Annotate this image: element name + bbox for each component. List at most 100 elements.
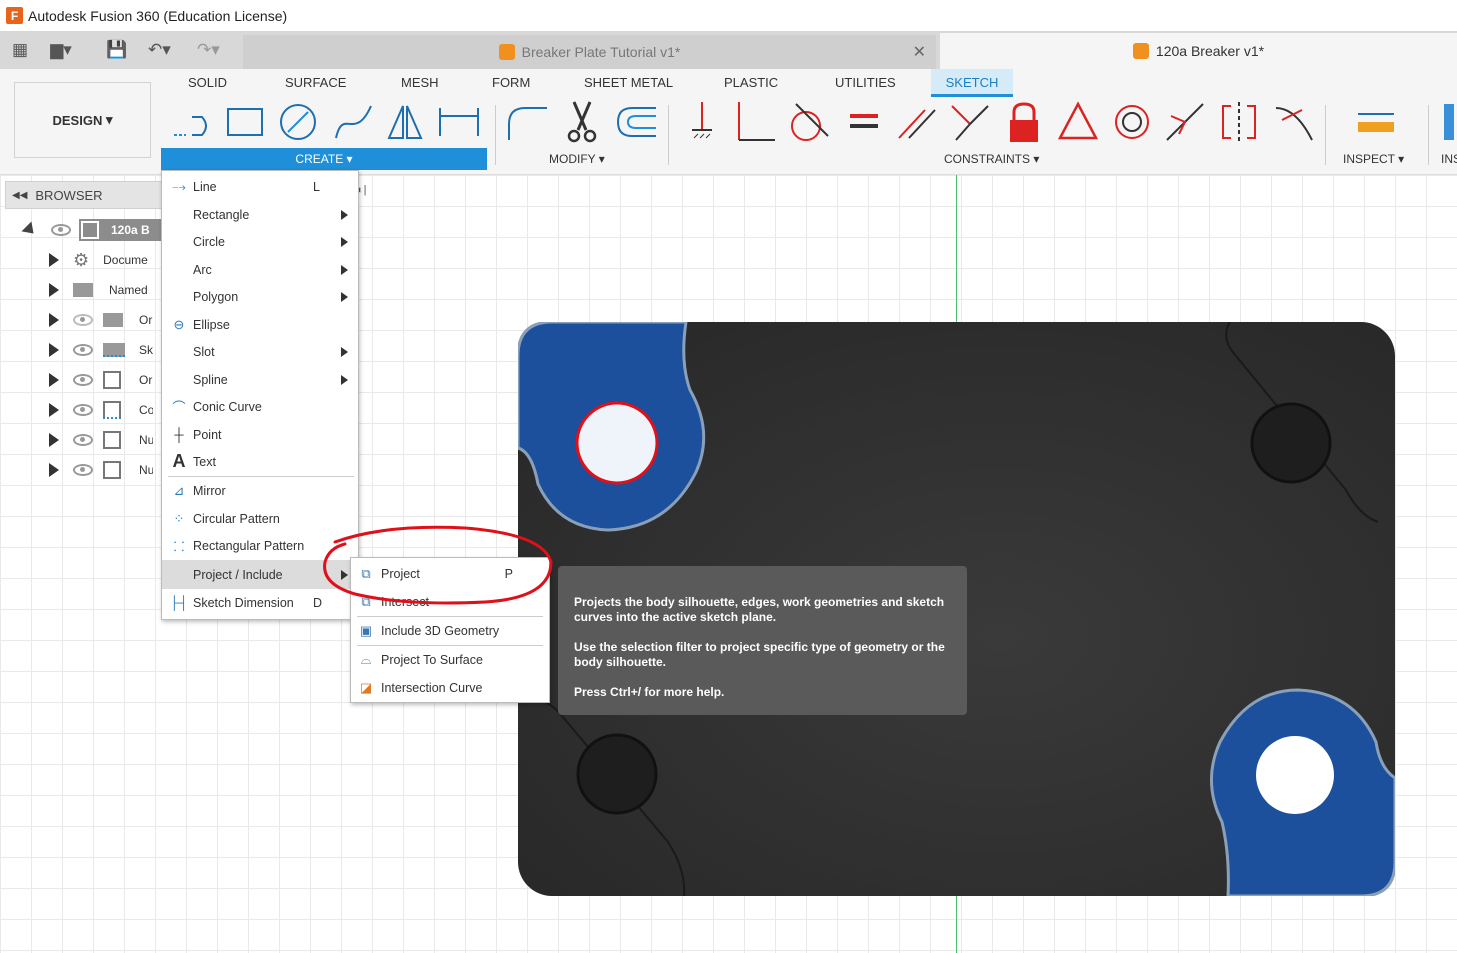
workspace-selector[interactable]: DESIGN ▾ — [14, 82, 151, 158]
insert-group-label[interactable]: INS — [1441, 152, 1457, 166]
spline-tool-icon[interactable] — [331, 100, 375, 144]
menu-item-conic-curve[interactable]: ⌒ Conic Curve — [162, 393, 358, 420]
menu-item-polygon[interactable]: Polygon — [162, 283, 358, 310]
expand-triangle-icon[interactable] — [49, 463, 59, 477]
coincident-constraint-icon[interactable] — [948, 100, 992, 144]
browser-panel-header[interactable]: ◀◀ BROWSER — [5, 181, 175, 209]
eye-icon[interactable] — [73, 434, 93, 446]
fix-constraint-icon[interactable] — [680, 100, 724, 144]
submenu-item-project-to-surface[interactable]: ⌓ Project To Surface — [351, 646, 549, 673]
parallel-constraint-icon[interactable] — [895, 100, 939, 144]
rectangle-tool-icon[interactable] — [222, 100, 266, 144]
tab-plastic[interactable]: PLASTIC — [724, 75, 778, 90]
tab-surface[interactable]: SURFACE — [285, 75, 346, 90]
browser-item-label: Named — [109, 283, 148, 297]
expand-triangle-icon[interactable] — [21, 221, 39, 239]
curvature-constraint-icon[interactable] — [1272, 100, 1316, 144]
tab-utilities[interactable]: UTILITIES — [835, 75, 896, 90]
constraints-group-label[interactable]: CONSTRAINTS ▾ — [944, 152, 1039, 166]
eye-icon[interactable] — [73, 374, 93, 386]
submenu-item-label: Include 3D Geometry — [381, 623, 500, 638]
browser-item-document-settings[interactable]: ⚙ Docume — [49, 246, 151, 274]
tab-sheet-metal[interactable]: SHEET METAL — [584, 75, 673, 90]
expand-triangle-icon[interactable] — [49, 313, 59, 327]
component-node[interactable]: 120a B — [79, 219, 161, 241]
expand-triangle-icon[interactable] — [49, 253, 59, 267]
menu-item-spline[interactable]: Spline — [162, 366, 358, 393]
tab-form[interactable]: FORM — [492, 75, 530, 90]
ribbon-divider — [1428, 105, 1429, 165]
tab-sketch[interactable]: SKETCH — [931, 69, 1013, 97]
close-icon[interactable]: ✕ — [913, 42, 926, 62]
eye-icon[interactable] — [73, 344, 93, 356]
sketch-dimension-tool-icon[interactable] — [437, 100, 481, 144]
save-icon[interactable]: 💾 — [106, 39, 128, 61]
measure-ruler-icon[interactable] — [1354, 100, 1398, 144]
browser-item-body[interactable]: Or — [49, 366, 153, 394]
mirror-tool-icon[interactable] — [383, 100, 427, 144]
fillet-tool-icon[interactable] — [505, 100, 549, 144]
menu-item-text[interactable]: A Text — [162, 448, 358, 475]
insert-tool-icon[interactable] — [1440, 100, 1457, 144]
lock-constraint-icon[interactable] — [1002, 100, 1046, 144]
browser-item-label: Nu — [139, 433, 153, 447]
component-icon — [81, 221, 99, 239]
browser-item-component[interactable]: Nu — [49, 426, 153, 454]
menu-item-arc[interactable]: Arc — [162, 256, 358, 283]
circle-tool-icon[interactable] — [276, 100, 320, 144]
tab-mesh[interactable]: MESH — [401, 75, 439, 90]
submenu-item-intersection-curve[interactable]: ◪ Intersection Curve — [351, 674, 549, 701]
expand-triangle-icon[interactable] — [49, 403, 59, 417]
eye-hidden-icon[interactable] — [73, 314, 93, 326]
midpoint-constraint-icon[interactable] — [1163, 100, 1207, 144]
red-circle-annotation — [323, 525, 553, 605]
expand-triangle-icon[interactable] — [49, 373, 59, 387]
grid-menu-icon[interactable]: ▦ — [9, 39, 31, 61]
document-tab-active[interactable]: 120a Breaker v1* — [940, 33, 1457, 69]
document-tab[interactable]: Breaker Plate Tutorial v1* ✕ — [243, 35, 936, 69]
inspect-group-label[interactable]: INSPECT ▾ — [1343, 152, 1404, 166]
browser-root-row[interactable]: 120a B — [21, 216, 161, 244]
concentric-constraint-icon[interactable] — [1110, 100, 1154, 144]
browser-item-component-sketch[interactable]: Co — [49, 396, 153, 424]
modify-group-label[interactable]: MODIFY ▾ — [549, 152, 605, 166]
hole[interactable] — [1256, 736, 1334, 814]
selected-hole[interactable] — [575, 401, 659, 485]
hole[interactable] — [576, 733, 658, 815]
eye-icon[interactable] — [51, 224, 71, 236]
submenu-item-include-3d-geometry[interactable]: ▣ Include 3D Geometry — [351, 617, 549, 644]
create-menu-button[interactable]: CREATE ▾ — [161, 148, 487, 170]
offset-tool-icon[interactable] — [614, 100, 658, 144]
menu-item-ellipse[interactable]: ⊖ Ellipse — [162, 311, 358, 338]
browser-item-origin[interactable]: Or — [49, 306, 153, 334]
triangle-constraint-icon[interactable] — [1056, 100, 1100, 144]
collapse-icon[interactable]: ◀◀ — [12, 190, 27, 201]
redo-icon[interactable]: ↷▾ — [197, 39, 220, 61]
browser-item-named-views[interactable]: Named — [49, 276, 157, 304]
file-menu-icon[interactable]: ▆▾ — [50, 39, 72, 61]
submenu-arrow-icon — [341, 209, 348, 220]
browser-item-component[interactable]: Nu — [49, 456, 153, 484]
expand-triangle-icon[interactable] — [49, 433, 59, 447]
menu-item-mirror[interactable]: ⊿ Mirror — [162, 477, 358, 504]
undo-icon[interactable]: ↶▾ — [148, 39, 171, 61]
line-tool-icon[interactable] — [170, 100, 214, 144]
expand-triangle-icon[interactable] — [49, 283, 59, 297]
menu-item-slot[interactable]: Slot — [162, 338, 358, 365]
browser-item-sketches[interactable]: Sk — [49, 336, 153, 364]
menu-item-circle[interactable]: Circle — [162, 228, 358, 255]
menu-item-line[interactable]: ⤍ Line L — [162, 173, 358, 200]
symmetry-constraint-icon[interactable] — [1217, 100, 1261, 144]
trim-scissors-icon[interactable] — [560, 100, 604, 144]
tangent-constraint-icon[interactable] — [786, 100, 830, 144]
equal-constraint-icon[interactable] — [842, 100, 886, 144]
eye-icon[interactable] — [73, 404, 93, 416]
perpendicular-constraint-icon[interactable] — [733, 100, 777, 144]
browser-options-icon[interactable]: ◐| — [357, 184, 381, 208]
menu-item-point[interactable]: ┼ Point — [162, 421, 358, 448]
menu-item-rectangle[interactable]: Rectangle — [162, 201, 358, 228]
hole[interactable] — [1250, 402, 1332, 484]
eye-icon[interactable] — [73, 464, 93, 476]
expand-triangle-icon[interactable] — [49, 343, 59, 357]
tab-solid[interactable]: SOLID — [188, 75, 227, 90]
